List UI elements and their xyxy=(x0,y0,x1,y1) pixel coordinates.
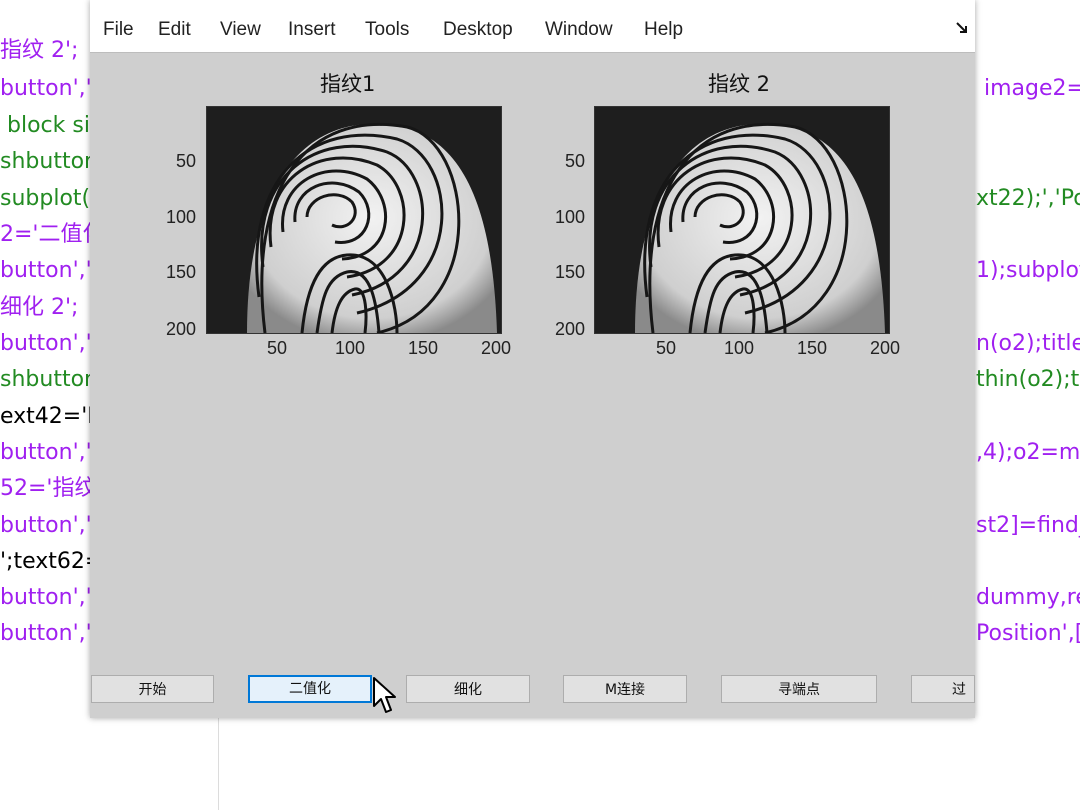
code-line: dummy,re xyxy=(976,585,1080,610)
filter-button[interactable]: 过 xyxy=(911,675,975,703)
y-tick: 100 xyxy=(555,207,586,227)
plot-title: 指纹 2 xyxy=(708,72,771,96)
x-tick: 100 xyxy=(335,338,366,358)
x-tick: 200 xyxy=(481,338,512,358)
code-line: ,4);o2=m_ xyxy=(976,440,1080,465)
code-line: shbutton' xyxy=(0,149,105,174)
figure-window: File Edit View Insert Tools Desktop Wind… xyxy=(90,0,975,718)
code-line: 1);subplot( xyxy=(976,258,1080,283)
code-line: shbutton' xyxy=(0,367,105,392)
menu-edit[interactable]: Edit xyxy=(158,19,191,41)
menu-help[interactable]: Help xyxy=(644,19,683,41)
fingerprint-image xyxy=(206,106,502,334)
code-line: block si xyxy=(0,113,90,138)
code-line: ';text62= xyxy=(0,549,104,574)
code-line: subplot(2 xyxy=(0,186,105,211)
code-line: image2= xyxy=(984,76,1080,101)
x-tick: 200 xyxy=(870,338,901,358)
editor-divider xyxy=(218,718,219,810)
plot-title: 指纹1 xyxy=(320,72,376,96)
code-line: n(o2);titled xyxy=(976,331,1080,356)
menu-desktop[interactable]: Desktop xyxy=(443,19,513,41)
start-button[interactable]: 开始 xyxy=(91,675,214,703)
x-tick: 150 xyxy=(408,338,439,358)
code-line: 2='二值化 xyxy=(0,222,105,247)
dock-arrow-icon[interactable] xyxy=(956,22,968,37)
fingerprint-image xyxy=(594,106,890,334)
y-tick: 200 xyxy=(555,319,586,339)
y-tick: 50 xyxy=(176,151,197,171)
x-tick: 150 xyxy=(797,338,828,358)
menu-file[interactable]: File xyxy=(103,19,134,41)
y-tick: 100 xyxy=(166,207,197,227)
code-line: st2]=find_ xyxy=(976,513,1080,538)
code-line: 细化 2'; xyxy=(0,295,79,320)
code-line: Position',[0 xyxy=(976,621,1080,646)
menu-bar: File Edit View Insert Tools Desktop Wind… xyxy=(90,0,975,53)
menu-tools[interactable]: Tools xyxy=(365,19,409,41)
y-tick: 200 xyxy=(166,319,197,339)
x-tick: 100 xyxy=(724,338,755,358)
menu-insert[interactable]: Insert xyxy=(288,19,336,41)
x-tick: 50 xyxy=(656,338,677,358)
code-line: xt22);','Pos xyxy=(976,186,1080,211)
thin-button[interactable]: 细化 xyxy=(406,675,530,703)
y-tick: 50 xyxy=(565,151,586,171)
menu-window[interactable]: Window xyxy=(545,19,613,41)
m-connect-button[interactable]: M连接 xyxy=(563,675,687,703)
mouse-pointer-icon xyxy=(372,676,398,720)
menu-view[interactable]: View xyxy=(220,19,261,41)
y-tick: 150 xyxy=(555,262,586,282)
code-line: 指纹 2'; xyxy=(0,38,79,63)
binarize-button[interactable]: 二值化 xyxy=(248,675,372,703)
code-line: 52='指纹 xyxy=(0,476,97,501)
y-tick: 150 xyxy=(166,262,197,282)
code-line: thin(o2);tit xyxy=(976,367,1080,392)
x-tick: 50 xyxy=(267,338,288,358)
find-endpoints-button[interactable]: 寻端点 xyxy=(721,675,877,703)
